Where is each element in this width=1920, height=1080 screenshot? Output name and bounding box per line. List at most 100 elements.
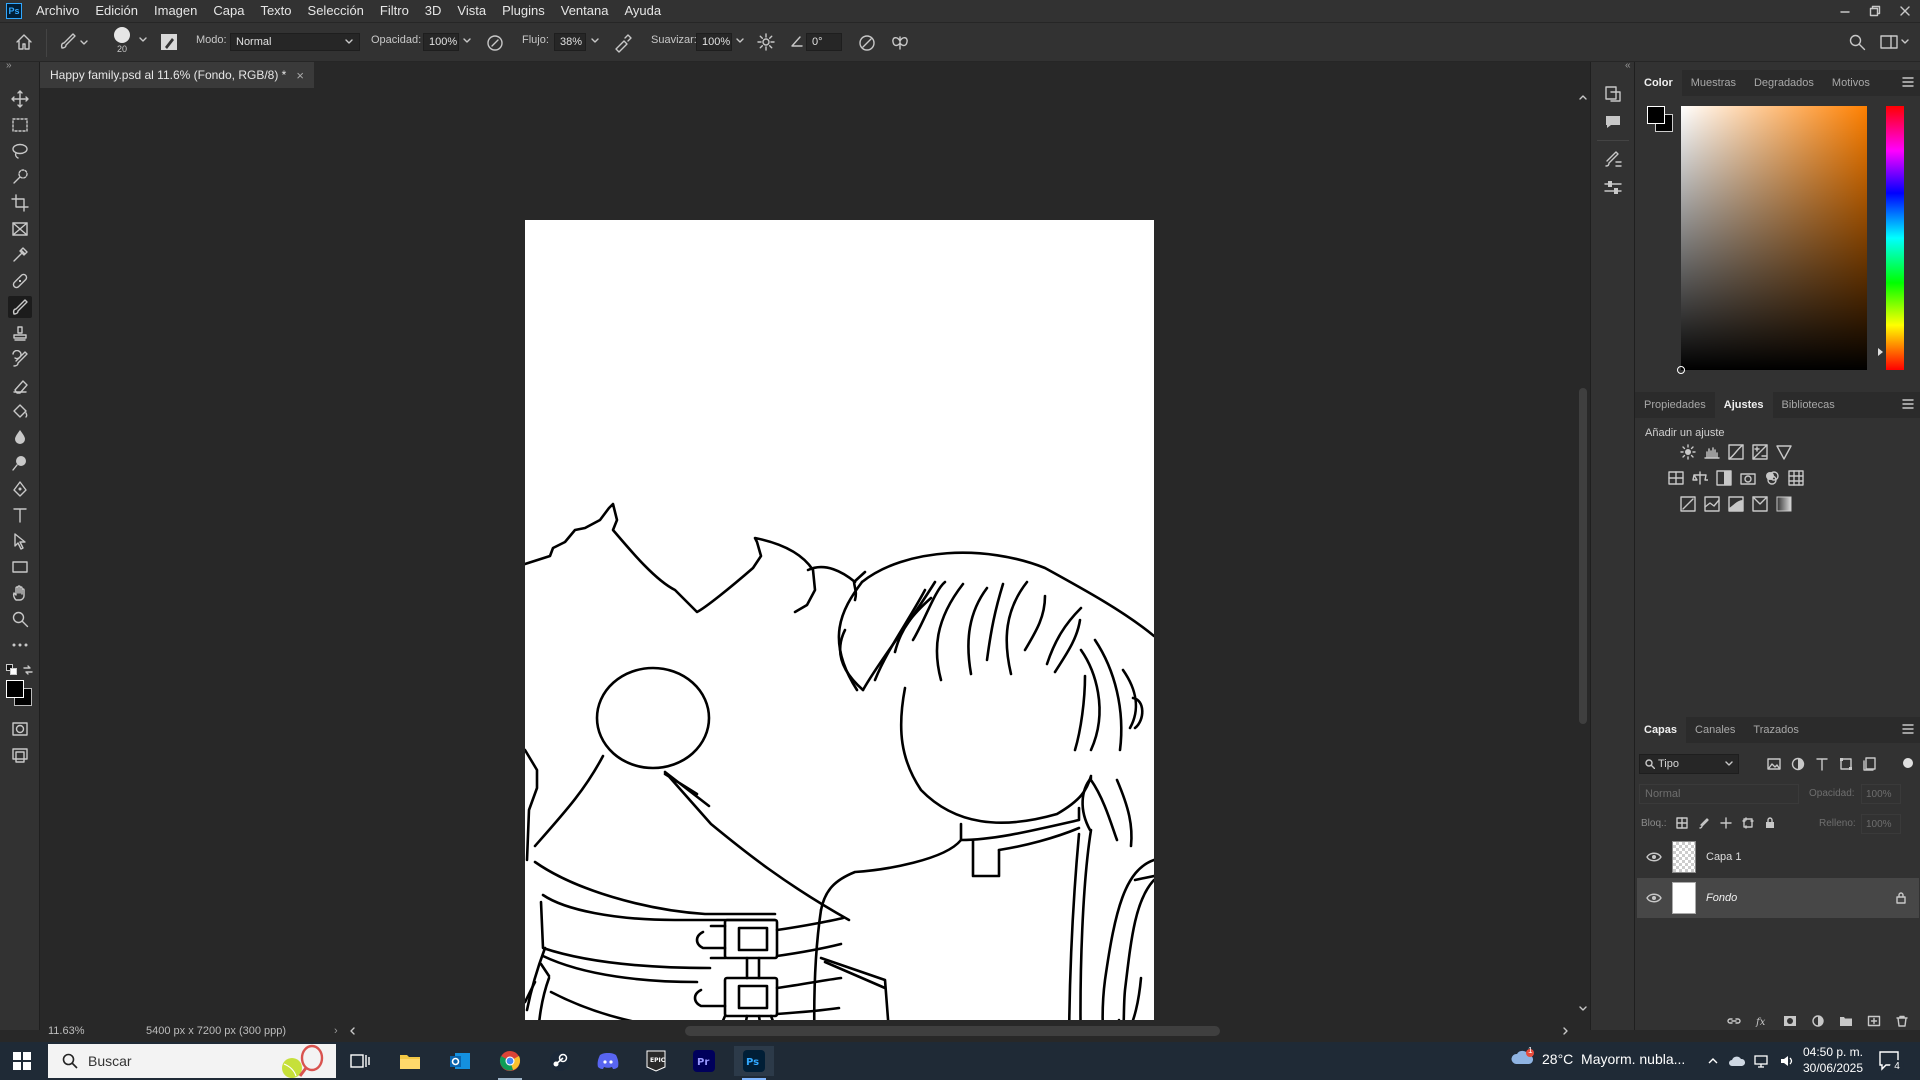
- photoshop-taskbar-button[interactable]: Ps: [734, 1046, 774, 1076]
- network-icon[interactable]: [1754, 1054, 1770, 1068]
- restore-button[interactable]: [1860, 0, 1890, 22]
- vertical-scroll-thumb[interactable]: [1579, 388, 1587, 724]
- comments-panel-button[interactable]: [1603, 112, 1623, 132]
- weather-widget[interactable]: 1 28°C Mayorm. nubla...: [1510, 1046, 1685, 1070]
- screen-mode-button[interactable]: [8, 744, 32, 766]
- scroll-down-icon[interactable]: [1576, 1004, 1590, 1014]
- layer-filter-select[interactable]: Tipo: [1639, 754, 1739, 774]
- frame-tool[interactable]: [8, 218, 32, 240]
- hand-tool[interactable]: [8, 582, 32, 604]
- filter-pixel-layers[interactable]: [1765, 755, 1783, 773]
- posterize-adjustment[interactable]: [1703, 495, 1721, 513]
- scroll-left-icon[interactable]: [348, 1026, 358, 1036]
- epic-games-button[interactable]: EPIC: [636, 1046, 676, 1076]
- fill-field[interactable]: 100%: [1861, 814, 1901, 834]
- flow-dropdown[interactable]: [590, 36, 600, 46]
- lock-position[interactable]: [1717, 814, 1735, 832]
- curves-adjustment[interactable]: [1727, 443, 1745, 461]
- filter-type-layers[interactable]: [1813, 755, 1831, 773]
- invert-adjustment[interactable]: [1679, 495, 1697, 513]
- brush-tool[interactable]: [8, 296, 32, 318]
- outlook-button[interactable]: [440, 1046, 480, 1076]
- quick-mask-button[interactable]: [8, 718, 32, 740]
- eyedropper-tool[interactable]: [8, 244, 32, 266]
- pressure-size-button[interactable]: [857, 33, 877, 53]
- tab-patterns[interactable]: Motivos: [1823, 70, 1879, 96]
- menu-filtro[interactable]: Filtro: [372, 0, 417, 22]
- workspace-button[interactable]: [1880, 33, 1910, 51]
- chevron-up-icon[interactable]: [1706, 1054, 1720, 1068]
- color-field[interactable]: [1677, 106, 1867, 374]
- eye-icon[interactable]: [1646, 851, 1662, 863]
- menu-3d[interactable]: 3D: [417, 0, 450, 22]
- brush-preset-picker[interactable]: [58, 32, 88, 52]
- dodge-tool[interactable]: [8, 452, 32, 474]
- history-panel-button[interactable]: [1603, 84, 1623, 104]
- panel-menu-icon[interactable]: [1901, 76, 1915, 88]
- exposure-adjustment[interactable]: [1751, 443, 1769, 461]
- more-tools-button[interactable]: [8, 634, 32, 656]
- paint-bucket-tool[interactable]: [8, 400, 32, 422]
- channel-mixer-adjustment[interactable]: [1763, 469, 1781, 487]
- symmetry-button[interactable]: [890, 33, 910, 53]
- premiere-pro-button[interactable]: Pr: [684, 1046, 724, 1076]
- scroll-right-icon[interactable]: [1560, 1026, 1570, 1036]
- menu-imagen[interactable]: Imagen: [146, 0, 205, 22]
- crop-tool[interactable]: [8, 192, 32, 214]
- eye-icon[interactable]: [1646, 892, 1662, 904]
- type-tool[interactable]: [8, 504, 32, 526]
- minimize-button[interactable]: [1830, 0, 1860, 22]
- trash-icon[interactable]: [1895, 1015, 1909, 1027]
- menu-plugins[interactable]: Plugins: [494, 0, 553, 22]
- eraser-tool[interactable]: [8, 374, 32, 396]
- black-white-adjustment[interactable]: [1715, 469, 1733, 487]
- healing-brush-tool[interactable]: [8, 270, 32, 292]
- adjustments-panel-button[interactable]: [1603, 178, 1623, 198]
- opacity-field[interactable]: 100%: [423, 33, 459, 51]
- layer-opacity-field[interactable]: 100%: [1861, 784, 1901, 804]
- swap-colors-button[interactable]: [22, 664, 34, 676]
- smoothing-dropdown[interactable]: [735, 36, 745, 46]
- document-tab[interactable]: Happy family.psd al 11.6% (Fondo, RGB/8)…: [40, 62, 314, 88]
- close-tab-button[interactable]: ×: [296, 68, 304, 83]
- smoothing-settings-button[interactable]: [757, 33, 775, 51]
- horizontal-scroll-thumb[interactable]: [685, 1026, 1220, 1036]
- angle-field[interactable]: 0°: [806, 33, 842, 51]
- layer-row-fondo[interactable]: Fondo: [1637, 878, 1919, 918]
- vibrance-adjustment[interactable]: [1775, 443, 1793, 461]
- lock-artboard[interactable]: [1739, 814, 1757, 832]
- marquee-tool[interactable]: [8, 114, 32, 136]
- default-colors-button[interactable]: [6, 664, 18, 676]
- close-window-button[interactable]: [1890, 0, 1920, 22]
- hue-slider[interactable]: [1878, 106, 1904, 370]
- blend-mode-select[interactable]: Normal: [1639, 784, 1799, 804]
- pressure-opacity-button[interactable]: [485, 33, 505, 53]
- flow-field[interactable]: 38%: [554, 33, 586, 51]
- speaker-icon[interactable]: [1779, 1054, 1795, 1068]
- foreground-color-swatch[interactable]: [6, 680, 24, 698]
- start-button[interactable]: [2, 1046, 42, 1076]
- menu-capa[interactable]: Capa: [205, 0, 252, 22]
- rectangle-tool[interactable]: [8, 556, 32, 578]
- blur-tool[interactable]: [8, 426, 32, 448]
- selective-color-adjustment[interactable]: [1751, 495, 1769, 513]
- status-menu-arrow[interactable]: ›: [334, 1025, 338, 1037]
- panel-menu-icon[interactable]: [1901, 398, 1915, 410]
- collapse-dock-icon[interactable]: «: [1625, 60, 1631, 71]
- quick-selection-tool[interactable]: [8, 166, 32, 188]
- tab-gradients[interactable]: Degradados: [1745, 70, 1823, 96]
- history-brush-tool[interactable]: [8, 348, 32, 370]
- menu-edicion[interactable]: Edición: [87, 0, 146, 22]
- filter-shape-layers[interactable]: [1837, 755, 1855, 773]
- tab-layers[interactable]: Capas: [1635, 717, 1687, 743]
- zoom-level[interactable]: 11.63%: [48, 1025, 108, 1037]
- menu-vista[interactable]: Vista: [449, 0, 494, 22]
- home-button[interactable]: [14, 32, 34, 52]
- layer-name[interactable]: Capa 1: [1706, 851, 1741, 863]
- brush-settings-toggle[interactable]: [160, 33, 178, 51]
- filter-toggle-switch[interactable]: [1903, 758, 1913, 768]
- opacity-dropdown[interactable]: [462, 36, 472, 46]
- menu-ayuda[interactable]: Ayuda: [616, 0, 669, 22]
- notification-center-button[interactable]: 4: [1878, 1050, 1904, 1074]
- tab-libraries[interactable]: Bibliotecas: [1773, 392, 1844, 418]
